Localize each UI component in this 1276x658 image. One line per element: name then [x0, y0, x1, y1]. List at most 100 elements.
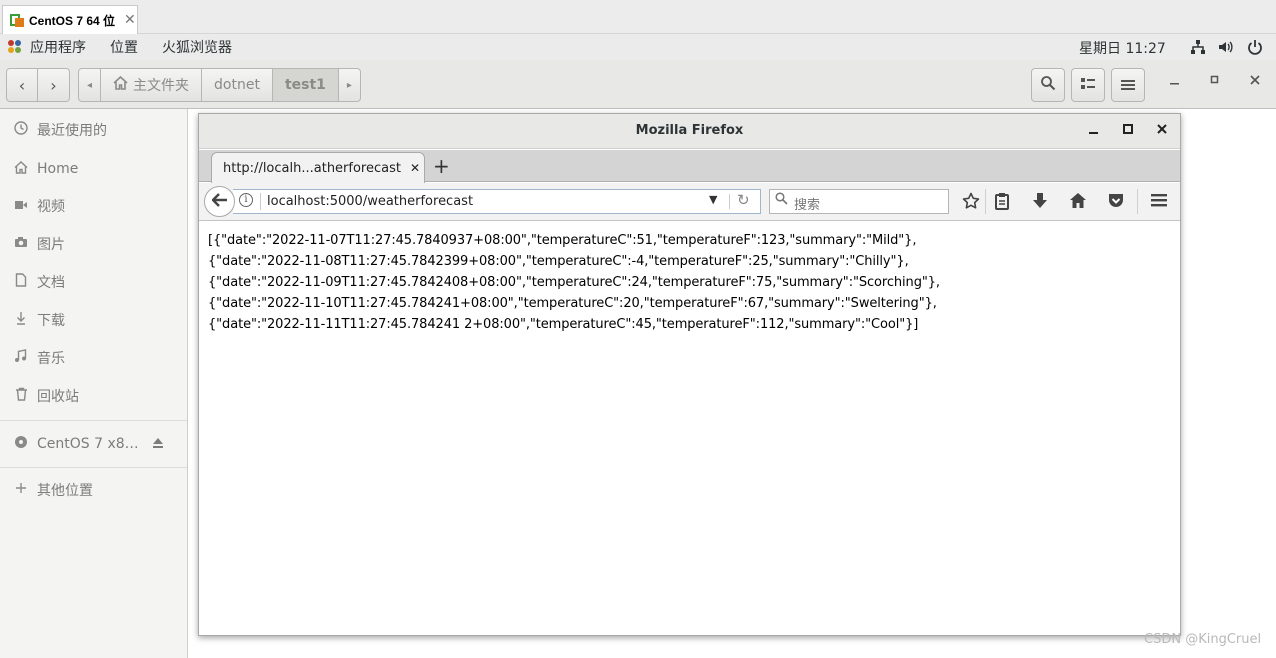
json-line: [{"date":"2022-11-07T11:27:45.7840937+08… [208, 233, 917, 248]
back-button[interactable]: ‹ [6, 68, 38, 102]
minimize-button[interactable] [1169, 74, 1181, 90]
document-icon [13, 273, 29, 291]
sidebar-item-label: Home [37, 161, 79, 177]
path-test1-label: test1 [284, 77, 326, 93]
download-icon [13, 311, 29, 329]
search-icon [775, 192, 788, 209]
recent-clock-icon [13, 121, 29, 139]
clock[interactable]: 星期日 11:27 [1079, 38, 1166, 58]
search-box[interactable]: 搜索 [769, 189, 949, 214]
sidebar-item-pictures[interactable]: 图片 [0, 229, 187, 259]
hamburger-menu-icon[interactable] [1151, 192, 1167, 212]
toolbar-divider [985, 189, 986, 214]
camera-icon [13, 236, 29, 252]
url-bar[interactable]: i localhost:5000/weatherforecast ▼ ↻ [233, 189, 761, 214]
vm-tab-strip: CentOS 7 64 位 ✕ [0, 0, 1276, 34]
vm-tab-label: CentOS 7 64 位 [29, 13, 116, 28]
page-content: [{"date":"2022-11-07T11:27:45.7840937+08… [199, 222, 1180, 635]
menu-places[interactable]: 位置 [110, 37, 138, 57]
window-title: Mozilla Firefox [635, 123, 744, 138]
pocket-icon[interactable] [1107, 192, 1125, 213]
sidebar-item-documents[interactable]: 文档 [0, 267, 187, 297]
sidebar-item-label: 文档 [37, 275, 65, 291]
disc-icon [13, 435, 29, 453]
video-icon [13, 199, 29, 214]
plus-icon [13, 482, 29, 498]
files-header-bar: ‹ › ◂ 主文件夹 dotnet test1 ▸ [0, 60, 1276, 109]
network-icon[interactable] [1190, 39, 1206, 59]
sidebar-item-label: 回收站 [37, 389, 79, 405]
view-toggle-button[interactable] [1071, 68, 1105, 102]
download-arrow-icon[interactable] [1032, 192, 1048, 214]
close-window-button[interactable] [1156, 122, 1168, 140]
json-line: {"date":"2022-11-10T11:27:45.784241+08:0… [208, 296, 937, 311]
new-tab-button[interactable]: + [433, 154, 450, 178]
menu-firefox[interactable]: 火狐浏览器 [162, 37, 232, 57]
close-tab-icon[interactable]: ✕ [410, 161, 420, 175]
sidebar-item-label: 最近使用的 [37, 123, 107, 139]
back-button[interactable] [204, 186, 235, 217]
search-icon [1040, 75, 1056, 95]
list-view-icon [1080, 76, 1096, 95]
sidebar-item-downloads[interactable]: 下载 [0, 305, 187, 335]
maximize-button[interactable] [1122, 122, 1134, 140]
firefox-tab-strip: http://localh...atherforecast ✕ + [199, 150, 1180, 183]
path-home-label: 主文件夹 [133, 78, 190, 94]
eject-icon[interactable] [151, 437, 165, 453]
url-divider [729, 194, 730, 209]
firefox-window: Mozilla Firefox http://localh...atherfor… [198, 113, 1181, 636]
search-button[interactable] [1031, 68, 1065, 102]
sidebar-item-music[interactable]: 音乐 [0, 343, 187, 373]
path-home-button[interactable]: 主文件夹 [101, 68, 203, 102]
firefox-titlebar: Mozilla Firefox [199, 114, 1180, 149]
sidebar-item-label: 下载 [37, 313, 65, 329]
vm-icon [10, 13, 24, 27]
url-text[interactable]: localhost:5000/weatherforecast [267, 194, 473, 209]
chevron-left-icon: ‹ [18, 75, 26, 95]
menu-applications[interactable]: 应用程序 [30, 37, 86, 57]
triangle-right-icon: ▸ [346, 79, 352, 91]
trash-icon [13, 387, 29, 405]
tab-title: http://localh...atherforecast [223, 160, 401, 176]
close-icon[interactable]: ✕ [124, 13, 136, 27]
json-line: {"date":"2022-11-09T11:27:45.7842408+08:… [208, 275, 940, 290]
sidebar-item-centos-disc[interactable]: CentOS 7 x8… [0, 429, 187, 459]
sidebar-item-label: 图片 [37, 237, 65, 253]
info-icon[interactable]: i [239, 193, 253, 207]
sidebar-item-home[interactable]: Home [0, 154, 187, 184]
sidebar-item-label: CentOS 7 x8… [37, 436, 139, 452]
sidebar-divider [0, 467, 187, 468]
power-icon[interactable] [1247, 39, 1263, 59]
dropdown-arrow-icon[interactable]: ▼ [709, 193, 717, 206]
applications-icon [8, 40, 22, 54]
volume-icon[interactable] [1218, 39, 1234, 59]
reload-icon[interactable]: ↻ [737, 191, 750, 209]
minimize-button[interactable] [1088, 122, 1100, 140]
sidebar-item-videos[interactable]: 视频 [0, 191, 187, 221]
sidebar-item-trash[interactable]: 回收站 [0, 381, 187, 411]
music-icon [13, 349, 29, 367]
search-placeholder: 搜索 [794, 198, 821, 213]
path-scroll-right-button[interactable]: ▸ [338, 68, 361, 102]
sidebar-item-recent[interactable]: 最近使用的 [0, 115, 187, 145]
clipboard-icon[interactable] [994, 192, 1010, 214]
home-icon[interactable] [1069, 192, 1087, 213]
sidebar-item-label: 音乐 [37, 351, 65, 367]
vm-tab[interactable]: CentOS 7 64 位 ✕ [2, 5, 138, 34]
bookmark-star-icon[interactable] [962, 192, 980, 214]
sidebar-item-other-locations[interactable]: 其他位置 [0, 475, 187, 505]
sidebar-divider [0, 420, 187, 421]
menu-button[interactable] [1111, 68, 1145, 102]
watermark: CSDN @KingCruel [1144, 632, 1262, 647]
arrow-left-icon [210, 191, 228, 212]
browser-tab[interactable]: http://localh...atherforecast ✕ [211, 152, 425, 183]
maximize-button[interactable] [1209, 74, 1221, 90]
path-dotnet-button[interactable]: dotnet [202, 68, 273, 102]
triangle-left-icon: ◂ [87, 79, 93, 91]
path-scroll-left-button[interactable]: ◂ [78, 68, 102, 102]
close-window-button[interactable] [1249, 74, 1261, 90]
path-test1-button[interactable]: test1 [272, 68, 339, 102]
forward-button[interactable]: › [38, 68, 70, 102]
json-line: {"date":"2022-11-08T11:27:45.7842399+08:… [208, 254, 909, 269]
json-line: {"date":"2022-11-11T11:27:45.784241 2+08… [208, 317, 919, 332]
